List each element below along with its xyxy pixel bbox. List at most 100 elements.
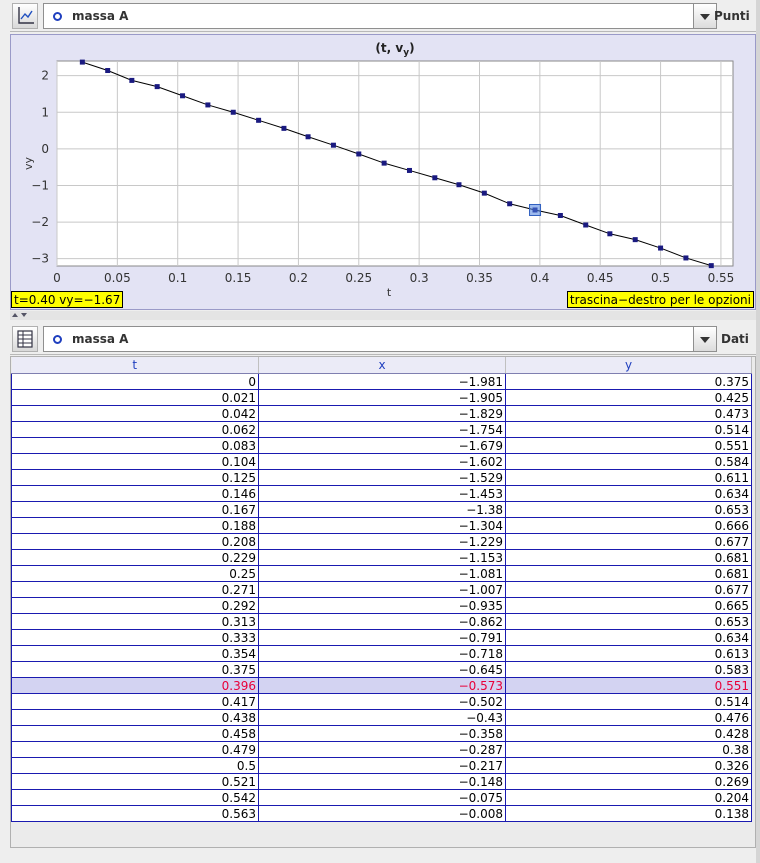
table-row[interactable]: 0.188 −1.304 0.666 <box>11 517 752 534</box>
table-cell-x[interactable]: −0.358 <box>258 725 506 742</box>
table-cell-x[interactable]: −0.502 <box>258 693 506 710</box>
table-cell-y[interactable]: 0.584 <box>505 453 752 470</box>
table-cell-y[interactable]: 0.473 <box>505 405 752 422</box>
table-row[interactable]: 0.042 −1.829 0.473 <box>11 405 752 422</box>
table-cell-x[interactable]: −1.905 <box>258 389 506 406</box>
table-cell-x[interactable]: −1.829 <box>258 405 506 422</box>
table-cell-x[interactable]: −1.38 <box>258 501 506 518</box>
table-object-select[interactable]: massa A <box>43 326 717 352</box>
table-cell-t[interactable]: 0.188 <box>11 517 259 534</box>
plot-view-icon[interactable] <box>12 3 38 29</box>
table-cell-t[interactable]: 0.25 <box>11 565 259 582</box>
chevron-down-icon[interactable] <box>693 4 716 28</box>
table-row[interactable]: 0.292 −0.935 0.665 <box>11 597 752 614</box>
data-table[interactable]: t x y 0 −1.981 0.375 0.021 −1.905 0.425 0.042−… <box>11 357 752 822</box>
table-cell-y[interactable]: 0.425 <box>505 389 752 406</box>
table-cell-y[interactable]: 0.681 <box>505 565 752 582</box>
table-row[interactable]: 0.479 −0.287 0.38 <box>11 741 752 758</box>
table-cell-y[interactable]: 0.138 <box>505 805 752 822</box>
table-cell-x[interactable]: −1.602 <box>258 453 506 470</box>
table-cell-y[interactable]: 0.634 <box>505 629 752 646</box>
table-cell-t[interactable]: 0.354 <box>11 645 259 662</box>
table-row[interactable]: 0.313 −0.862 0.653 <box>11 613 752 630</box>
table-row[interactable]: 0.417 −0.502 0.514 <box>11 693 752 710</box>
table-row[interactable]: 0.062 −1.754 0.514 <box>11 421 752 438</box>
table-cell-y[interactable]: 0.634 <box>505 485 752 502</box>
table-row[interactable]: 0.521 −0.148 0.269 <box>11 773 752 790</box>
table-cell-y[interactable]: 0.269 <box>505 773 752 790</box>
table-cell-x[interactable]: −1.981 <box>258 373 506 390</box>
table-cell-x[interactable]: −1.529 <box>258 469 506 486</box>
chevron-down-icon[interactable] <box>693 327 716 351</box>
panel-splitter[interactable] <box>10 311 756 320</box>
table-cell-t[interactable]: 0.333 <box>11 629 259 646</box>
table-cell-t[interactable]: 0.125 <box>11 469 259 486</box>
table-cell-x[interactable]: −1.679 <box>258 437 506 454</box>
table-row[interactable]: 0.021 −1.905 0.425 <box>11 389 752 406</box>
table-cell-y[interactable]: 0.681 <box>505 549 752 566</box>
table-row[interactable]: 0.083 −1.679 0.551 <box>11 437 752 454</box>
table-cell-y[interactable]: 0.653 <box>505 613 752 630</box>
table-row[interactable]: 0.542 −0.075 0.204 <box>11 789 752 806</box>
table-row[interactable]: 0.396 −0.573 0.551 <box>11 677 752 694</box>
plot-mode-label[interactable]: Punti <box>714 9 750 23</box>
table-cell-y[interactable]: 0.551 <box>505 437 752 454</box>
table-cell-y[interactable]: 0.677 <box>505 533 752 550</box>
table-cell-x[interactable]: −0.217 <box>258 757 506 774</box>
table-row[interactable]: 0.333 −0.791 0.634 <box>11 629 752 646</box>
table-cell-t[interactable]: 0.479 <box>11 741 259 758</box>
table-cell-x[interactable]: −0.075 <box>258 789 506 806</box>
table-cell-y[interactable]: 0.375 <box>505 373 752 390</box>
table-cell-y[interactable]: 0.677 <box>505 581 752 598</box>
table-cell-y[interactable]: 0.666 <box>505 517 752 534</box>
table-cell-t[interactable]: 0.396 <box>11 677 259 694</box>
table-mode-label[interactable]: Dati <box>721 332 749 346</box>
table-row[interactable]: 0.438 −0.43 0.476 <box>11 709 752 726</box>
table-cell-t[interactable]: 0.021 <box>11 389 259 406</box>
table-cell-t[interactable]: 0.563 <box>11 805 259 822</box>
table-row[interactable]: 0.208 −1.229 0.677 <box>11 533 752 550</box>
table-cell-x[interactable]: −1.229 <box>258 533 506 550</box>
table-row[interactable]: 0.146 −1.453 0.634 <box>11 485 752 502</box>
table-cell-y[interactable]: 0.514 <box>505 693 752 710</box>
table-row[interactable]: 0.563 −0.008 0.138 <box>11 805 752 822</box>
column-header-y[interactable]: y <box>505 357 752 374</box>
table-cell-t[interactable]: 0.521 <box>11 773 259 790</box>
table-row[interactable]: 0.354 −0.718 0.613 <box>11 645 752 662</box>
table-cell-x[interactable]: −0.935 <box>258 597 506 614</box>
table-cell-t[interactable]: 0.229 <box>11 549 259 566</box>
table-cell-t[interactable]: 0.5 <box>11 757 259 774</box>
table-row[interactable]: 0.167 −1.38 0.653 <box>11 501 752 518</box>
table-cell-t[interactable]: 0 <box>11 373 259 390</box>
table-cell-x[interactable]: −1.754 <box>258 421 506 438</box>
table-cell-x[interactable]: −1.007 <box>258 581 506 598</box>
table-cell-x[interactable]: −1.304 <box>258 517 506 534</box>
table-cell-t[interactable]: 0.042 <box>11 405 259 422</box>
column-header-x[interactable]: x <box>258 357 506 374</box>
table-row[interactable]: 0.125 −1.529 0.611 <box>11 469 752 486</box>
table-cell-y[interactable]: 0.428 <box>505 725 752 742</box>
column-header-t[interactable]: t <box>11 357 259 374</box>
table-cell-x[interactable]: −0.791 <box>258 629 506 646</box>
table-cell-t[interactable]: 0.313 <box>11 613 259 630</box>
table-cell-y[interactable]: 0.326 <box>505 757 752 774</box>
table-cell-x[interactable]: −1.153 <box>258 549 506 566</box>
vy-t-chart[interactable]: 0 0.05 0.1 0.15 0.2 0.25 0.3 0.35 0.4 0.45 0.5 0.55… <box>11 35 755 309</box>
table-cell-y[interactable]: 0.665 <box>505 597 752 614</box>
table-cell-y[interactable]: 0.653 <box>505 501 752 518</box>
table-row[interactable]: 0.25 −1.081 0.681 <box>11 565 752 582</box>
table-cell-y[interactable]: 0.611 <box>505 469 752 486</box>
table-cell-t[interactable]: 0.438 <box>11 709 259 726</box>
table-cell-x[interactable]: −0.645 <box>258 661 506 678</box>
table-cell-x[interactable]: −0.287 <box>258 741 506 758</box>
table-cell-y[interactable]: 0.551 <box>505 677 752 694</box>
plot-panel[interactable]: 0 0.05 0.1 0.15 0.2 0.25 0.3 0.35 0.4 0.45 0.5 0.55… <box>10 34 756 310</box>
table-cell-t[interactable]: 0.458 <box>11 725 259 742</box>
table-cell-t[interactable]: 0.417 <box>11 693 259 710</box>
table-cell-x[interactable]: −0.148 <box>258 773 506 790</box>
table-cell-t[interactable]: 0.062 <box>11 421 259 438</box>
table-row[interactable]: 0.375 −0.645 0.583 <box>11 661 752 678</box>
table-row[interactable]: 0.104 −1.602 0.584 <box>11 453 752 470</box>
table-cell-y[interactable]: 0.204 <box>505 789 752 806</box>
table-view-icon[interactable] <box>12 326 38 352</box>
